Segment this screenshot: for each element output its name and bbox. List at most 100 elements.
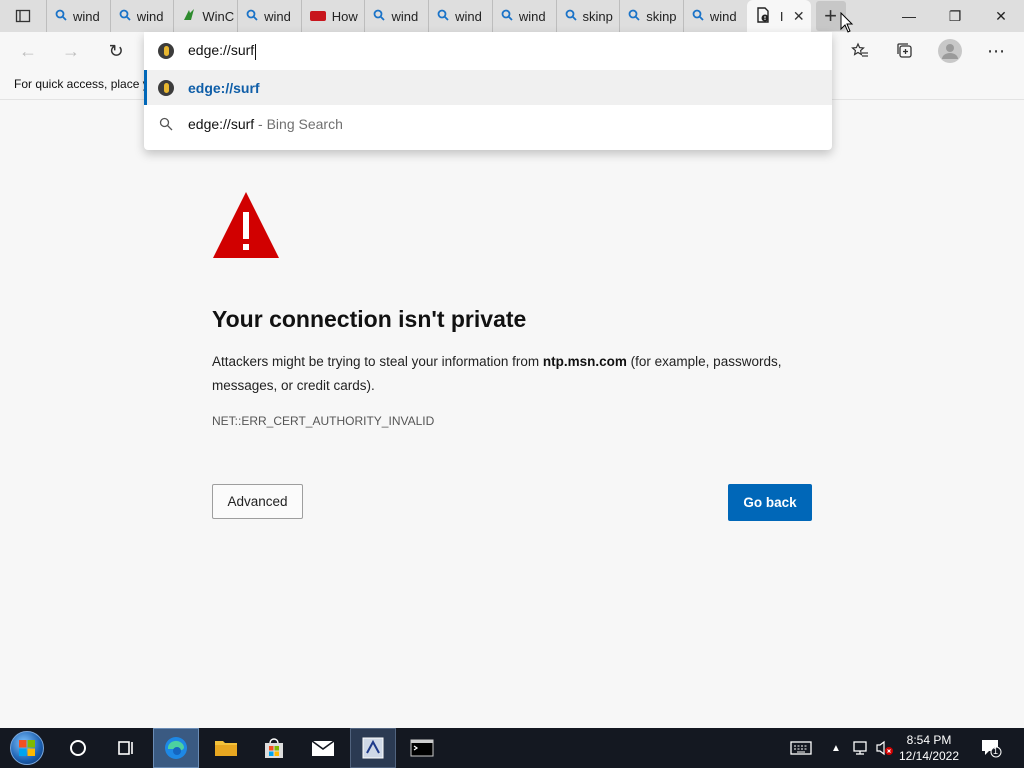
site-leaf-icon — [182, 8, 196, 25]
edge-taskbar-button[interactable] — [153, 728, 199, 768]
search-icon — [501, 9, 513, 24]
task-view-button[interactable] — [110, 728, 142, 768]
refresh-icon: ↻ — [108, 40, 124, 61]
search-icon — [373, 9, 386, 24]
tab-strip: wind wind WinC wind How wind wind wind s… — [0, 0, 1024, 32]
file-explorer-button[interactable] — [208, 728, 244, 768]
restore-button[interactable]: ❐ — [932, 0, 978, 32]
tab-actions-button[interactable] — [0, 0, 46, 32]
tab-close-button[interactable]: ✕ — [793, 8, 805, 25]
go-back-button[interactable]: Go back — [728, 484, 812, 521]
clock-date: 12/14/2022 — [898, 749, 960, 763]
tab-title: wind — [136, 8, 164, 24]
arrow-left-icon: ← — [19, 40, 37, 61]
minimize-button[interactable]: — — [886, 0, 932, 32]
taskbar-clock[interactable]: 8:54 PM 12/14/2022 — [890, 732, 968, 764]
suggestion-item[interactable]: edge://surf - Bing Search — [144, 106, 832, 141]
edge-browser-icon — [165, 737, 187, 759]
store-button[interactable] — [256, 728, 292, 768]
tab[interactable]: skinp — [555, 0, 620, 32]
tab[interactable]: WinC — [173, 0, 237, 32]
tab-title: skinp — [646, 8, 677, 24]
edge-page-icon — [157, 42, 175, 60]
terminal-icon — [410, 739, 434, 757]
close-window-button[interactable]: ✕ — [978, 0, 1024, 32]
network-button[interactable] — [850, 728, 872, 768]
tab[interactable]: wind — [364, 0, 428, 32]
search-icon — [55, 9, 67, 24]
error-title: Your connection isn't private — [212, 306, 527, 332]
address-bar-input[interactable]: edge://surf — [144, 32, 832, 70]
tab-actions-icon — [15, 9, 31, 23]
error-code: NET::ERR_CERT_AUTHORITY_INVALID — [212, 414, 435, 428]
action-center-button[interactable]: 1 — [980, 738, 1002, 758]
tab[interactable]: wind — [109, 0, 174, 32]
search-icon — [692, 9, 704, 24]
network-icon — [853, 741, 867, 755]
error-description-text: Attackers might be trying to steal your … — [212, 354, 543, 369]
tab-title: wind — [455, 8, 482, 24]
favorites-bar-hint: For quick access, place y — [14, 77, 149, 91]
tab[interactable]: wind — [46, 0, 110, 32]
tab-title: I — [779, 8, 784, 24]
cortana-circle-icon — [70, 740, 86, 756]
tab-title: wind — [264, 8, 291, 24]
mail-button[interactable] — [304, 728, 342, 768]
advanced-button[interactable]: Advanced — [212, 484, 303, 519]
clock-time: 8:54 PM — [906, 733, 952, 747]
window-controls: — ❐ ✕ — [886, 0, 1024, 32]
keyboard-icon — [790, 741, 812, 755]
tab[interactable]: wind — [682, 0, 747, 32]
visual-studio-button[interactable] — [350, 728, 396, 768]
task-view-icon — [118, 741, 133, 755]
search-icon — [246, 9, 258, 24]
settings-more-button[interactable]: ⋯ — [981, 36, 1011, 66]
app-window-icon — [362, 737, 384, 759]
address-bar-value: edge://surf — [188, 42, 255, 59]
star-list-icon — [851, 42, 868, 57]
favorites-button[interactable] — [845, 36, 875, 66]
tab-active[interactable]: I ✕ — [746, 0, 811, 32]
refresh-button[interactable]: ↻ — [101, 36, 131, 66]
tab[interactable]: How — [300, 0, 365, 32]
tab-title: wind — [518, 8, 546, 24]
arrow-right-icon: → — [62, 40, 80, 61]
terminal-button[interactable] — [400, 728, 444, 768]
tab-title: skinp — [582, 8, 613, 24]
tab-title: wind — [709, 8, 737, 24]
touch-keyboard-button[interactable] — [786, 728, 816, 768]
search-button[interactable] — [62, 728, 94, 768]
search-icon — [119, 9, 131, 24]
forward-button[interactable]: → — [56, 36, 86, 66]
chevron-up-icon: ▲ — [831, 742, 841, 754]
notification-count: 1 — [993, 746, 999, 756]
notification-icon — [982, 740, 1002, 758]
suggestion-text: edge://surf — [188, 115, 255, 132]
search-icon — [628, 9, 640, 24]
collections-icon — [897, 43, 912, 58]
warning-triangle-icon — [212, 190, 280, 265]
folder-icon — [215, 741, 237, 756]
show-hidden-icons-button[interactable]: ▲ — [828, 728, 844, 768]
store-bag-icon — [265, 738, 283, 758]
edge-page-icon — [157, 79, 175, 97]
tab-list: wind wind WinC wind How wind wind wind s… — [46, 0, 846, 32]
error-host: ntp.msn.com — [542, 354, 627, 369]
site-red-badge-icon — [309, 9, 326, 24]
profile-button[interactable] — [935, 36, 965, 66]
collections-button[interactable] — [890, 36, 920, 66]
search-icon — [157, 115, 175, 133]
page-warning-icon — [755, 6, 771, 26]
suggestion-item[interactable]: edge://surf — [144, 70, 832, 105]
back-button[interactable]: ← — [13, 36, 43, 66]
tab-title: WinC — [202, 8, 235, 24]
start-button[interactable] — [6, 728, 48, 768]
tab-title: wind — [73, 8, 100, 24]
tab[interactable]: wind — [491, 0, 556, 32]
tab[interactable]: wind — [428, 0, 492, 32]
tab[interactable]: skinp — [619, 0, 683, 32]
mail-icon — [311, 740, 335, 756]
tab[interactable]: wind — [237, 0, 301, 32]
taskbar: ▲ 8:54 PM 12/14/2022 1 — [0, 728, 1024, 768]
suggestion-source: - Bing Search — [254, 115, 343, 132]
